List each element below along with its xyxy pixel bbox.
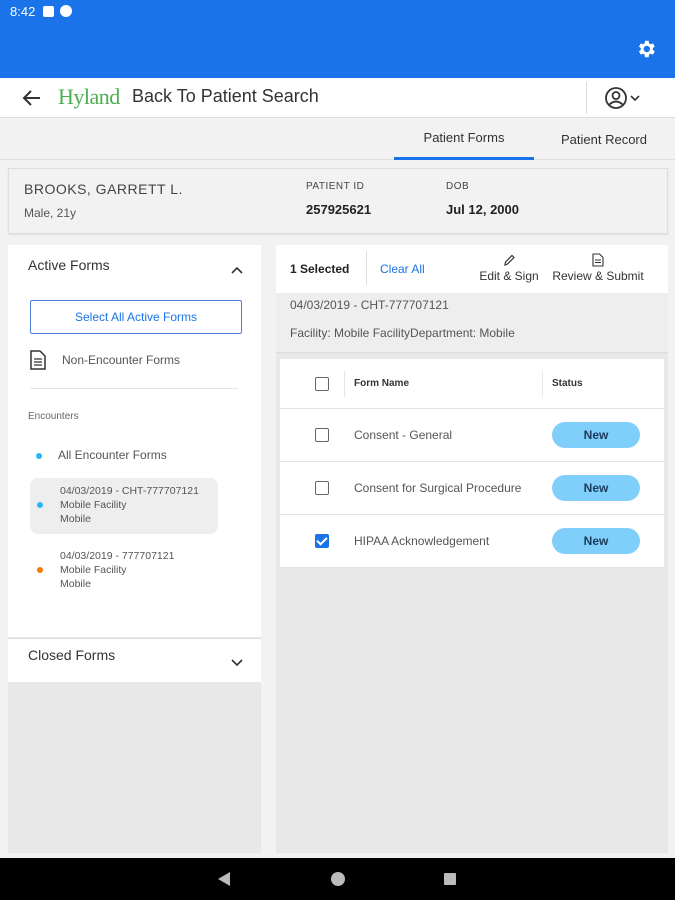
review-submit-label: Review & Submit bbox=[552, 269, 644, 283]
encounter-dot bbox=[37, 567, 43, 573]
user-menu[interactable] bbox=[604, 86, 644, 110]
selected-count: 1 Selected bbox=[290, 262, 350, 276]
encounter-item[interactable]: 04/03/2019 - 777707121 Mobile Facility M… bbox=[30, 543, 218, 599]
row-checkbox[interactable] bbox=[315, 428, 329, 442]
encounter-info: 04/03/2019 - CHT-777707121 Facility: Mob… bbox=[276, 293, 668, 353]
row-checkbox[interactable] bbox=[315, 481, 329, 495]
non-encounter-forms-label: Non-Encounter Forms bbox=[62, 353, 181, 367]
chevron-down-icon bbox=[630, 95, 640, 102]
gear-icon[interactable] bbox=[635, 38, 657, 60]
clear-all-button[interactable]: Clear All bbox=[380, 262, 425, 276]
encounter-dot bbox=[37, 502, 43, 508]
status-bar: 8:42 bbox=[0, 0, 675, 853]
back-triangle-icon[interactable] bbox=[218, 872, 230, 886]
select-all-checkbox[interactable] bbox=[315, 377, 329, 391]
review-submit-button[interactable]: Review & Submit bbox=[548, 253, 648, 283]
table-row[interactable]: Consent for Surgical Procedure New bbox=[280, 462, 664, 515]
document-icon bbox=[30, 350, 46, 370]
section-divider bbox=[30, 388, 238, 389]
back-arrow-icon[interactable] bbox=[20, 86, 44, 110]
form-name: Consent for Surgical Procedure bbox=[354, 481, 522, 495]
chevron-down-icon[interactable] bbox=[231, 659, 243, 667]
non-encounter-forms-item[interactable]: Non-Encounter Forms bbox=[30, 350, 180, 370]
encounter-department: Mobile bbox=[60, 578, 91, 590]
status-badge: New bbox=[552, 422, 640, 448]
column-header-status: Status bbox=[552, 378, 583, 389]
dob-value: Jul 12, 2000 bbox=[446, 202, 519, 217]
table-header: Form Name Status bbox=[280, 359, 664, 409]
form-name: Consent - General bbox=[354, 428, 453, 442]
patient-gender-age: Male, 21y bbox=[24, 206, 77, 220]
closed-forms-title[interactable]: Closed Forms bbox=[28, 647, 115, 663]
select-all-active-forms-button[interactable]: Select All Active Forms bbox=[30, 300, 242, 334]
encounter-item-selected[interactable]: 04/03/2019 - CHT-777707121 Mobile Facili… bbox=[30, 478, 218, 534]
edit-sign-button[interactable]: Edit & Sign bbox=[476, 253, 542, 283]
active-forms-card: Active Forms Select All Active Forms Non… bbox=[8, 245, 261, 637]
app-notification-icon bbox=[60, 5, 73, 17]
back-to-patient-search-link[interactable]: Back To Patient Search bbox=[132, 86, 319, 107]
column-header-form-name: Form Name bbox=[354, 378, 410, 389]
encounter-facility: Mobile Facility bbox=[60, 499, 127, 511]
patient-header: BROOKS, GARRETT L. Male, 21y PATIENT ID … bbox=[8, 168, 668, 234]
patient-id-label: PATIENT ID bbox=[306, 181, 365, 192]
encounters-label: Encounters bbox=[28, 411, 79, 422]
encounter-department: Mobile bbox=[60, 513, 91, 525]
table-row[interactable]: Consent - General New bbox=[280, 409, 664, 462]
form-name: HIPAA Acknowledgement bbox=[354, 534, 490, 548]
toolbar-divider bbox=[366, 251, 367, 285]
patient-name: BROOKS, GARRETT L. bbox=[24, 181, 183, 197]
column-divider bbox=[542, 371, 543, 397]
tab-bar: Patient Forms Patient Record bbox=[0, 118, 675, 160]
forms-panel: 1 Selected Clear All Edit & Sign Review … bbox=[276, 245, 668, 853]
encounter-facility: Mobile Facility bbox=[60, 564, 127, 576]
encounter-title: 04/03/2019 - CHT-777707121 bbox=[60, 485, 199, 497]
encounter-info-title: 04/03/2019 - CHT-777707121 bbox=[290, 298, 449, 312]
chevron-up-icon[interactable] bbox=[231, 266, 243, 274]
table-row[interactable]: HIPAA Acknowledgement New bbox=[280, 515, 664, 568]
system-navigation-bar bbox=[0, 858, 675, 900]
app-bar bbox=[0, 22, 675, 78]
column-divider bbox=[344, 371, 345, 397]
forms-sidebar: Active Forms Select All Active Forms Non… bbox=[8, 245, 261, 853]
forms-toolbar: 1 Selected Clear All Edit & Sign Review … bbox=[276, 245, 668, 293]
encounter-title: 04/03/2019 - 777707121 bbox=[60, 550, 175, 562]
sd-card-icon bbox=[43, 5, 55, 17]
status-badge: New bbox=[552, 475, 640, 501]
row-checkbox[interactable] bbox=[315, 534, 329, 548]
status-time: 8:42 bbox=[10, 3, 36, 19]
tab-patient-record[interactable]: Patient Record bbox=[534, 118, 674, 160]
all-encounter-forms-item[interactable]: All Encounter Forms bbox=[58, 448, 167, 462]
status-badge: New bbox=[552, 528, 640, 554]
tab-patient-forms[interactable]: Patient Forms bbox=[394, 118, 534, 160]
closed-forms-card[interactable]: Closed Forms bbox=[8, 638, 261, 682]
user-avatar-icon bbox=[605, 87, 627, 109]
edit-sign-label: Edit & Sign bbox=[479, 269, 539, 283]
hyland-logo: Hyland bbox=[58, 84, 120, 109]
pencil-icon bbox=[504, 254, 515, 266]
nav-divider bbox=[586, 82, 587, 114]
all-encounter-dot bbox=[36, 453, 42, 459]
encounter-info-facility: Facility: Mobile FacilityDepartment: Mob… bbox=[290, 326, 515, 340]
dob-label: DOB bbox=[446, 181, 470, 192]
patient-id-value: 257925621 bbox=[306, 202, 372, 217]
document-icon bbox=[592, 253, 604, 267]
home-circle-icon[interactable] bbox=[331, 872, 345, 886]
recent-apps-icon[interactable] bbox=[444, 873, 456, 885]
navigation-bar: Hyland Back To Patient Search bbox=[0, 78, 675, 118]
active-forms-title[interactable]: Active Forms bbox=[28, 257, 110, 273]
forms-table: Form Name Status Consent - General New C… bbox=[280, 359, 664, 568]
